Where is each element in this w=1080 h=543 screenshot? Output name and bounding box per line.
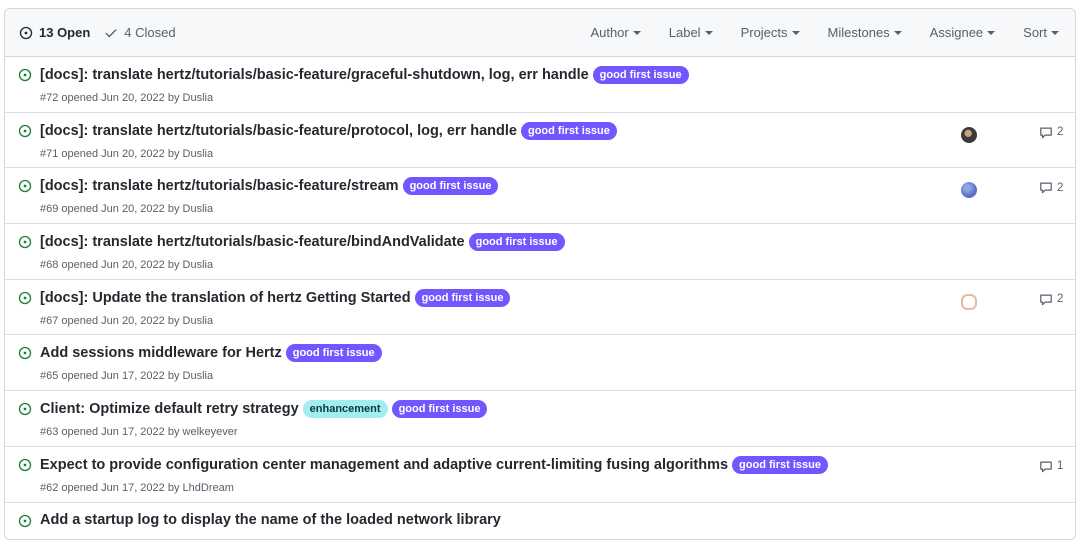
caret-down-icon	[1051, 31, 1059, 35]
author-filter-label: Author	[590, 25, 629, 40]
sort-dropdown[interactable]: Sort	[1023, 25, 1059, 40]
open-issues-filter[interactable]: 13 Open	[19, 25, 90, 40]
comment-count: 1	[1057, 460, 1064, 473]
label-good-first-issue[interactable]: good first issue	[468, 233, 565, 252]
issue-opened-icon	[18, 402, 32, 416]
caret-down-icon	[987, 31, 996, 35]
filter-bar: Author Label Projects Milestones Assigne…	[562, 25, 1059, 40]
issue-opened-icon	[18, 346, 32, 360]
issue-meta: #63 opened Jun 17, 2022 by welkeyever	[40, 426, 238, 439]
issue-opened-icon	[18, 458, 32, 472]
comment-icon	[1040, 127, 1052, 138]
issue-opened-icon	[18, 68, 32, 82]
comments-link[interactable]: 2	[1039, 293, 1063, 306]
issue-opened-icon	[18, 514, 32, 528]
issue-meta: #72 opened Jun 20, 2022 by Duslia	[40, 92, 214, 104]
issue-row[interactable]: Expect to provide configuration center m…	[5, 447, 1075, 503]
issue-meta: #65 opened Jun 17, 2022 by Duslia	[40, 370, 214, 383]
comments-link[interactable]: 1	[1039, 460, 1063, 473]
label-filter-label: Label	[668, 25, 701, 40]
issue-title-link[interactable]: [docs]: translate hertz/tutorials/basic-…	[40, 234, 465, 250]
closed-issues-filter[interactable]: 4 Closed	[104, 25, 176, 40]
issue-row[interactable]: Client: Optimize default retry strategy …	[5, 391, 1075, 447]
label-good-first-issue[interactable]: good first issue	[402, 177, 499, 196]
caret-down-icon	[791, 31, 800, 35]
issue-opened-icon	[18, 179, 32, 193]
assignee-filter-dropdown[interactable]: Assignee	[929, 25, 996, 40]
issue-title-link[interactable]: Add a startup log to display the name of…	[40, 512, 501, 528]
label-enhancement[interactable]: enhancement	[302, 400, 388, 419]
issue-meta: #69 opened Jun 20, 2022 by Duslia	[40, 203, 214, 216]
issue-title-link[interactable]: [docs]: translate hertz/tutorials/basic-…	[40, 123, 517, 139]
comment-icon	[1040, 294, 1052, 306]
comment-icon	[1040, 182, 1052, 194]
issue-row[interactable]: Add sessions middleware for Hertz good f…	[5, 335, 1075, 392]
issue-row[interactable]: [docs]: translate hertz/tutorials/basic-…	[5, 224, 1075, 280]
issue-row[interactable]: [docs]: Update the translation of hertz …	[5, 280, 1075, 336]
caret-down-icon	[704, 31, 713, 35]
issue-title-link[interactable]: [docs]: translate hertz/tutorials/basic-…	[40, 178, 399, 194]
author-filter-dropdown[interactable]: Author	[590, 25, 641, 40]
label-good-first-issue[interactable]: good first issue	[414, 288, 511, 307]
assignee-avatar[interactable]	[961, 293, 977, 310]
comment-count: 2	[1057, 181, 1064, 194]
comment-count: 2	[1057, 293, 1064, 306]
issue-row[interactable]: [docs]: translate hertz/tutorials/basic-…	[5, 113, 1075, 169]
label-good-first-issue[interactable]: good first issue	[520, 121, 617, 140]
check-icon	[104, 26, 118, 40]
issue-title-link[interactable]: Client: Optimize default retry strategy	[40, 401, 299, 417]
assignee-avatar[interactable]	[961, 182, 977, 199]
sort-label: Sort	[1023, 25, 1047, 40]
issue-row[interactable]: [docs]: translate hertz/tutorials/basic-…	[5, 57, 1075, 113]
issue-title-link[interactable]: Expect to provide configuration center m…	[40, 457, 728, 473]
issue-opened-icon	[18, 291, 32, 305]
issue-opened-icon	[18, 124, 32, 138]
issue-meta: #62 opened Jun 17, 2022 by LhdDream	[40, 481, 234, 494]
comment-icon	[1040, 461, 1052, 473]
issue-title-link[interactable]: [docs]: translate hertz/tutorials/basic-…	[40, 67, 589, 83]
issues-list-header: 13 Open 4 Closed Author Label Projects M…	[5, 9, 1075, 57]
milestones-filter-dropdown[interactable]: Milestones	[828, 25, 902, 40]
issue-row[interactable]: Add a startup log to display the name of…	[5, 503, 1075, 540]
comments-link[interactable]: 2	[1039, 181, 1063, 194]
comment-count: 2	[1057, 126, 1064, 139]
caret-down-icon	[893, 31, 902, 35]
label-filter-dropdown[interactable]: Label	[669, 25, 713, 40]
assignee-filter-label: Assignee	[929, 25, 984, 40]
issue-rows: [docs]: translate hertz/tutorials/basic-…	[5, 57, 1075, 540]
issue-row[interactable]: [docs]: translate hertz/tutorials/basic-…	[5, 168, 1075, 225]
label-good-first-issue[interactable]: good first issue	[732, 455, 828, 474]
milestones-filter-label: Milestones	[827, 25, 890, 40]
issue-title-link[interactable]: Add sessions middleware for Hertz	[40, 345, 282, 361]
comments-link[interactable]: 2	[1039, 126, 1063, 139]
label-good-first-issue[interactable]: good first issue	[391, 400, 488, 419]
assignee-avatar[interactable]	[961, 126, 977, 143]
issue-meta: #67 opened Jun 20, 2022 by Duslia	[40, 314, 214, 327]
open-count-label: 13 Open	[39, 25, 91, 40]
caret-down-icon	[632, 31, 641, 35]
projects-filter-label: Projects	[740, 25, 788, 40]
closed-count-label: 4 Closed	[124, 25, 176, 40]
issues-list: 13 Open 4 Closed Author Label Projects M…	[4, 8, 1076, 540]
label-good-first-issue[interactable]: good first issue	[592, 66, 689, 84]
projects-filter-dropdown[interactable]: Projects	[741, 25, 800, 40]
issue-opened-icon	[18, 235, 32, 249]
issue-meta: #68 opened Jun 20, 2022 by Duslia	[40, 259, 214, 272]
issue-opened-icon	[19, 26, 33, 40]
label-good-first-issue[interactable]: good first issue	[285, 344, 382, 363]
issue-meta: #71 opened Jun 20, 2022 by Duslia	[40, 147, 214, 160]
issue-title-link[interactable]: [docs]: Update the translation of hertz …	[40, 290, 411, 306]
